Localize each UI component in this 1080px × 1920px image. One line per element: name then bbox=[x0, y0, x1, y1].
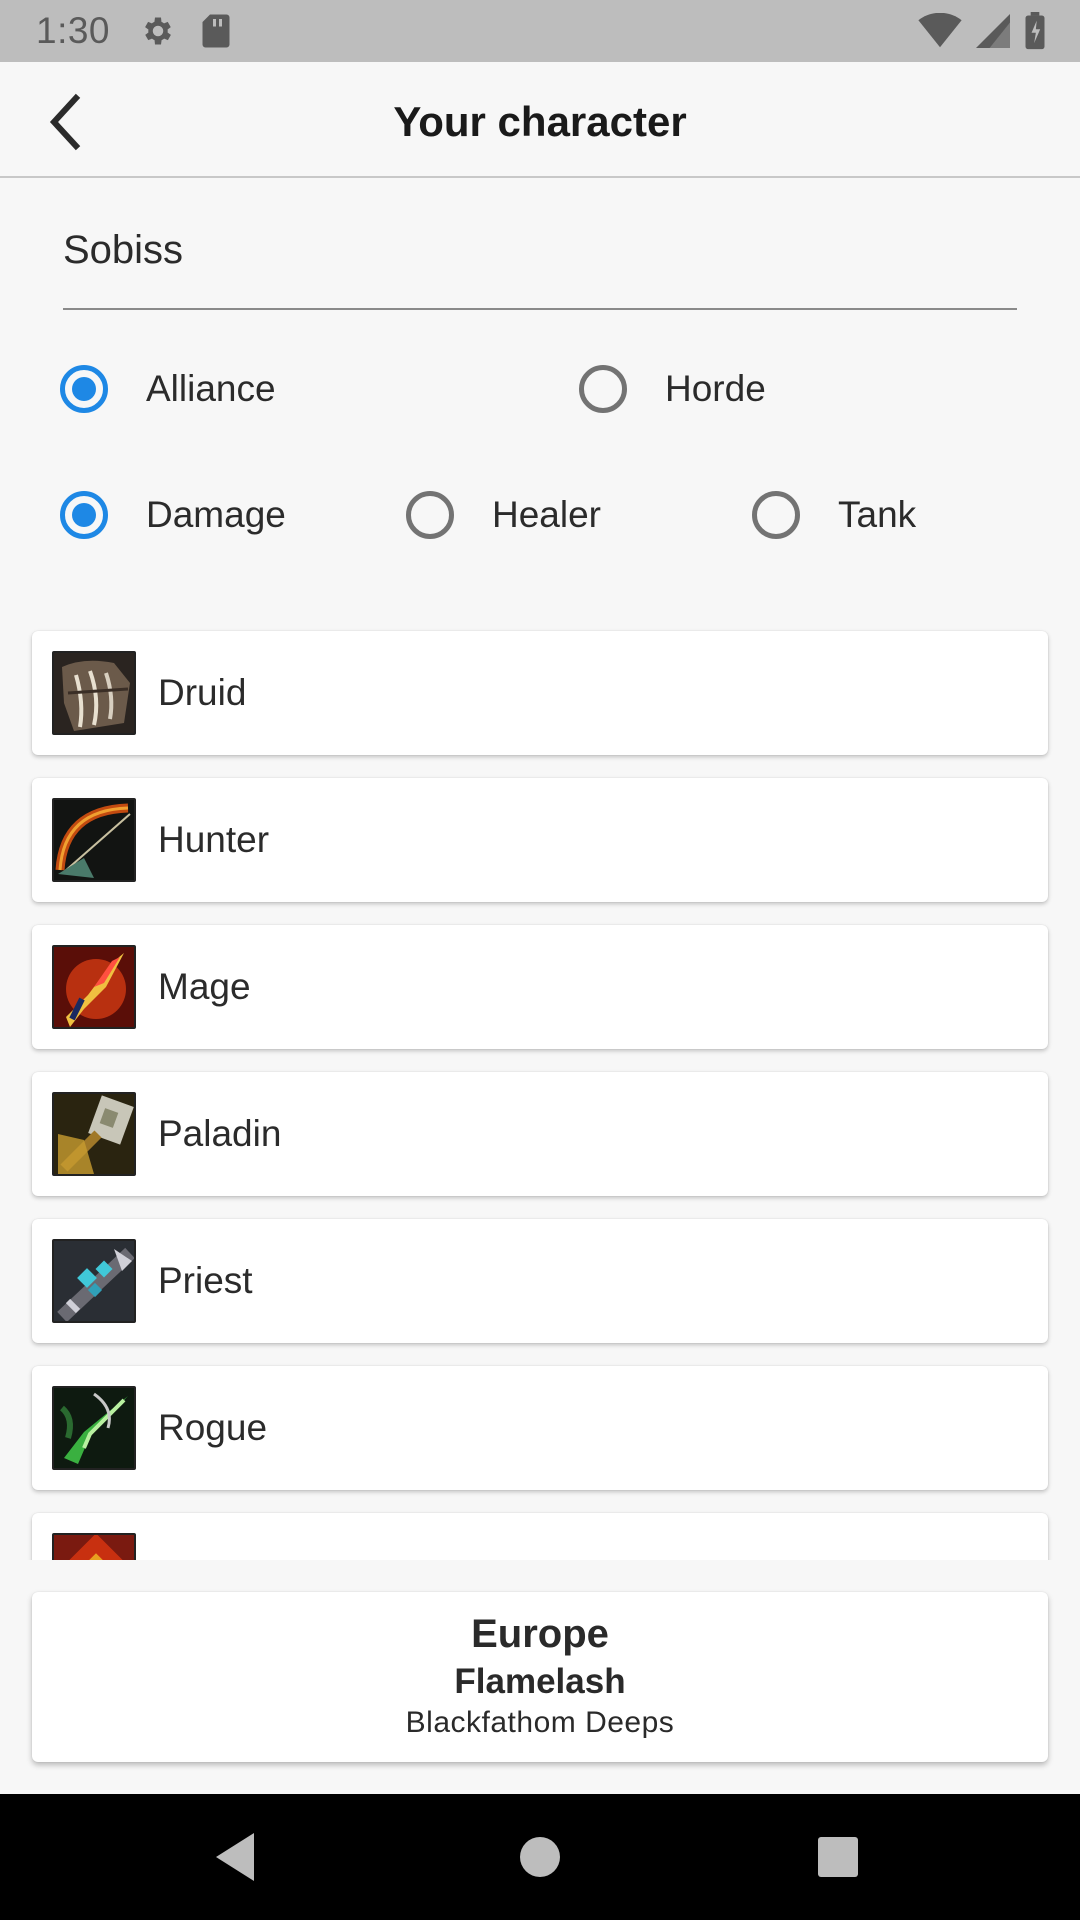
sd-card-icon bbox=[200, 13, 236, 49]
class-label: Rogue bbox=[158, 1407, 268, 1448]
back-triangle-icon bbox=[216, 1833, 254, 1881]
faction-radio-group: Alliance Horde bbox=[0, 354, 1080, 424]
character-name-value: Sobiss bbox=[63, 228, 184, 272]
radio-healer[interactable]: Healer bbox=[406, 480, 601, 550]
screen: 1:30 Your character Sobiss Alliance Hord… bbox=[0, 0, 1080, 1920]
battery-icon bbox=[1024, 12, 1046, 55]
class-item-druid[interactable]: Druid bbox=[32, 631, 1048, 755]
radio-label: Damage bbox=[146, 494, 286, 535]
rogue-dagger-icon bbox=[52, 1386, 136, 1470]
druid-claw-icon bbox=[52, 651, 136, 735]
recents-square-icon bbox=[818, 1837, 858, 1877]
class-item-hunter[interactable]: Hunter bbox=[32, 778, 1048, 902]
realm-card[interactable]: Europe Flamelash Blackfathom Deeps bbox=[32, 1592, 1048, 1762]
cell-signal-icon bbox=[976, 13, 1010, 54]
nav-home-button[interactable] bbox=[510, 1827, 570, 1887]
mage-fire-icon bbox=[52, 945, 136, 1029]
class-list[interactable]: Druid Hunter Mage Paladin Priest Rogue bbox=[0, 622, 1080, 1560]
radio-tank[interactable]: Tank bbox=[752, 480, 916, 550]
nav-back-button[interactable] bbox=[208, 1827, 268, 1887]
class-label: Paladin bbox=[158, 1113, 282, 1154]
radio-label: Horde bbox=[665, 368, 766, 409]
radio-unchecked-icon bbox=[406, 491, 454, 539]
status-icons bbox=[918, 12, 1046, 55]
radio-label: Tank bbox=[838, 494, 917, 535]
realm-server: Flamelash bbox=[454, 1662, 626, 1701]
radio-unchecked-icon bbox=[579, 365, 627, 413]
class-item-rogue[interactable]: Rogue bbox=[32, 1366, 1048, 1490]
radio-unchecked-icon bbox=[752, 491, 800, 539]
class-item-mage[interactable]: Mage bbox=[32, 925, 1048, 1049]
radio-horde[interactable]: Horde bbox=[579, 354, 766, 424]
page-title: Your character bbox=[393, 98, 687, 145]
settings-icon bbox=[140, 13, 176, 49]
realm-zone: Blackfathom Deeps bbox=[405, 1706, 675, 1739]
realm-region: Europe bbox=[471, 1612, 609, 1656]
nav-recents-button[interactable] bbox=[808, 1827, 868, 1887]
class-item-paladin[interactable]: Paladin bbox=[32, 1072, 1048, 1196]
shaman-icon bbox=[52, 1533, 136, 1560]
character-name-field[interactable]: Sobiss bbox=[63, 220, 1017, 310]
class-label: Hunter bbox=[158, 819, 270, 860]
class-label: Priest bbox=[158, 1260, 253, 1301]
radio-checked-icon bbox=[60, 491, 108, 539]
radio-label: Alliance bbox=[146, 368, 276, 409]
priest-staff-icon bbox=[52, 1239, 136, 1323]
role-radio-group: Damage Healer Tank bbox=[0, 480, 1080, 550]
app-bar: Your character bbox=[0, 62, 1080, 178]
class-item-partial[interactable] bbox=[32, 1513, 1048, 1560]
radio-checked-icon bbox=[60, 365, 108, 413]
paladin-hammer-icon bbox=[52, 1092, 136, 1176]
radio-damage[interactable]: Damage bbox=[60, 480, 286, 550]
radio-alliance[interactable]: Alliance bbox=[60, 354, 276, 424]
wifi-icon bbox=[918, 12, 962, 54]
home-circle-icon bbox=[520, 1837, 560, 1877]
system-nav-bar bbox=[0, 1794, 1080, 1920]
class-label: Mage bbox=[158, 966, 251, 1007]
class-item-priest[interactable]: Priest bbox=[32, 1219, 1048, 1343]
class-label: Druid bbox=[158, 672, 247, 713]
status-bar: 1:30 bbox=[0, 0, 1080, 62]
status-time: 1:30 bbox=[36, 10, 111, 51]
hunter-bow-icon bbox=[52, 798, 136, 882]
radio-label: Healer bbox=[492, 494, 601, 535]
